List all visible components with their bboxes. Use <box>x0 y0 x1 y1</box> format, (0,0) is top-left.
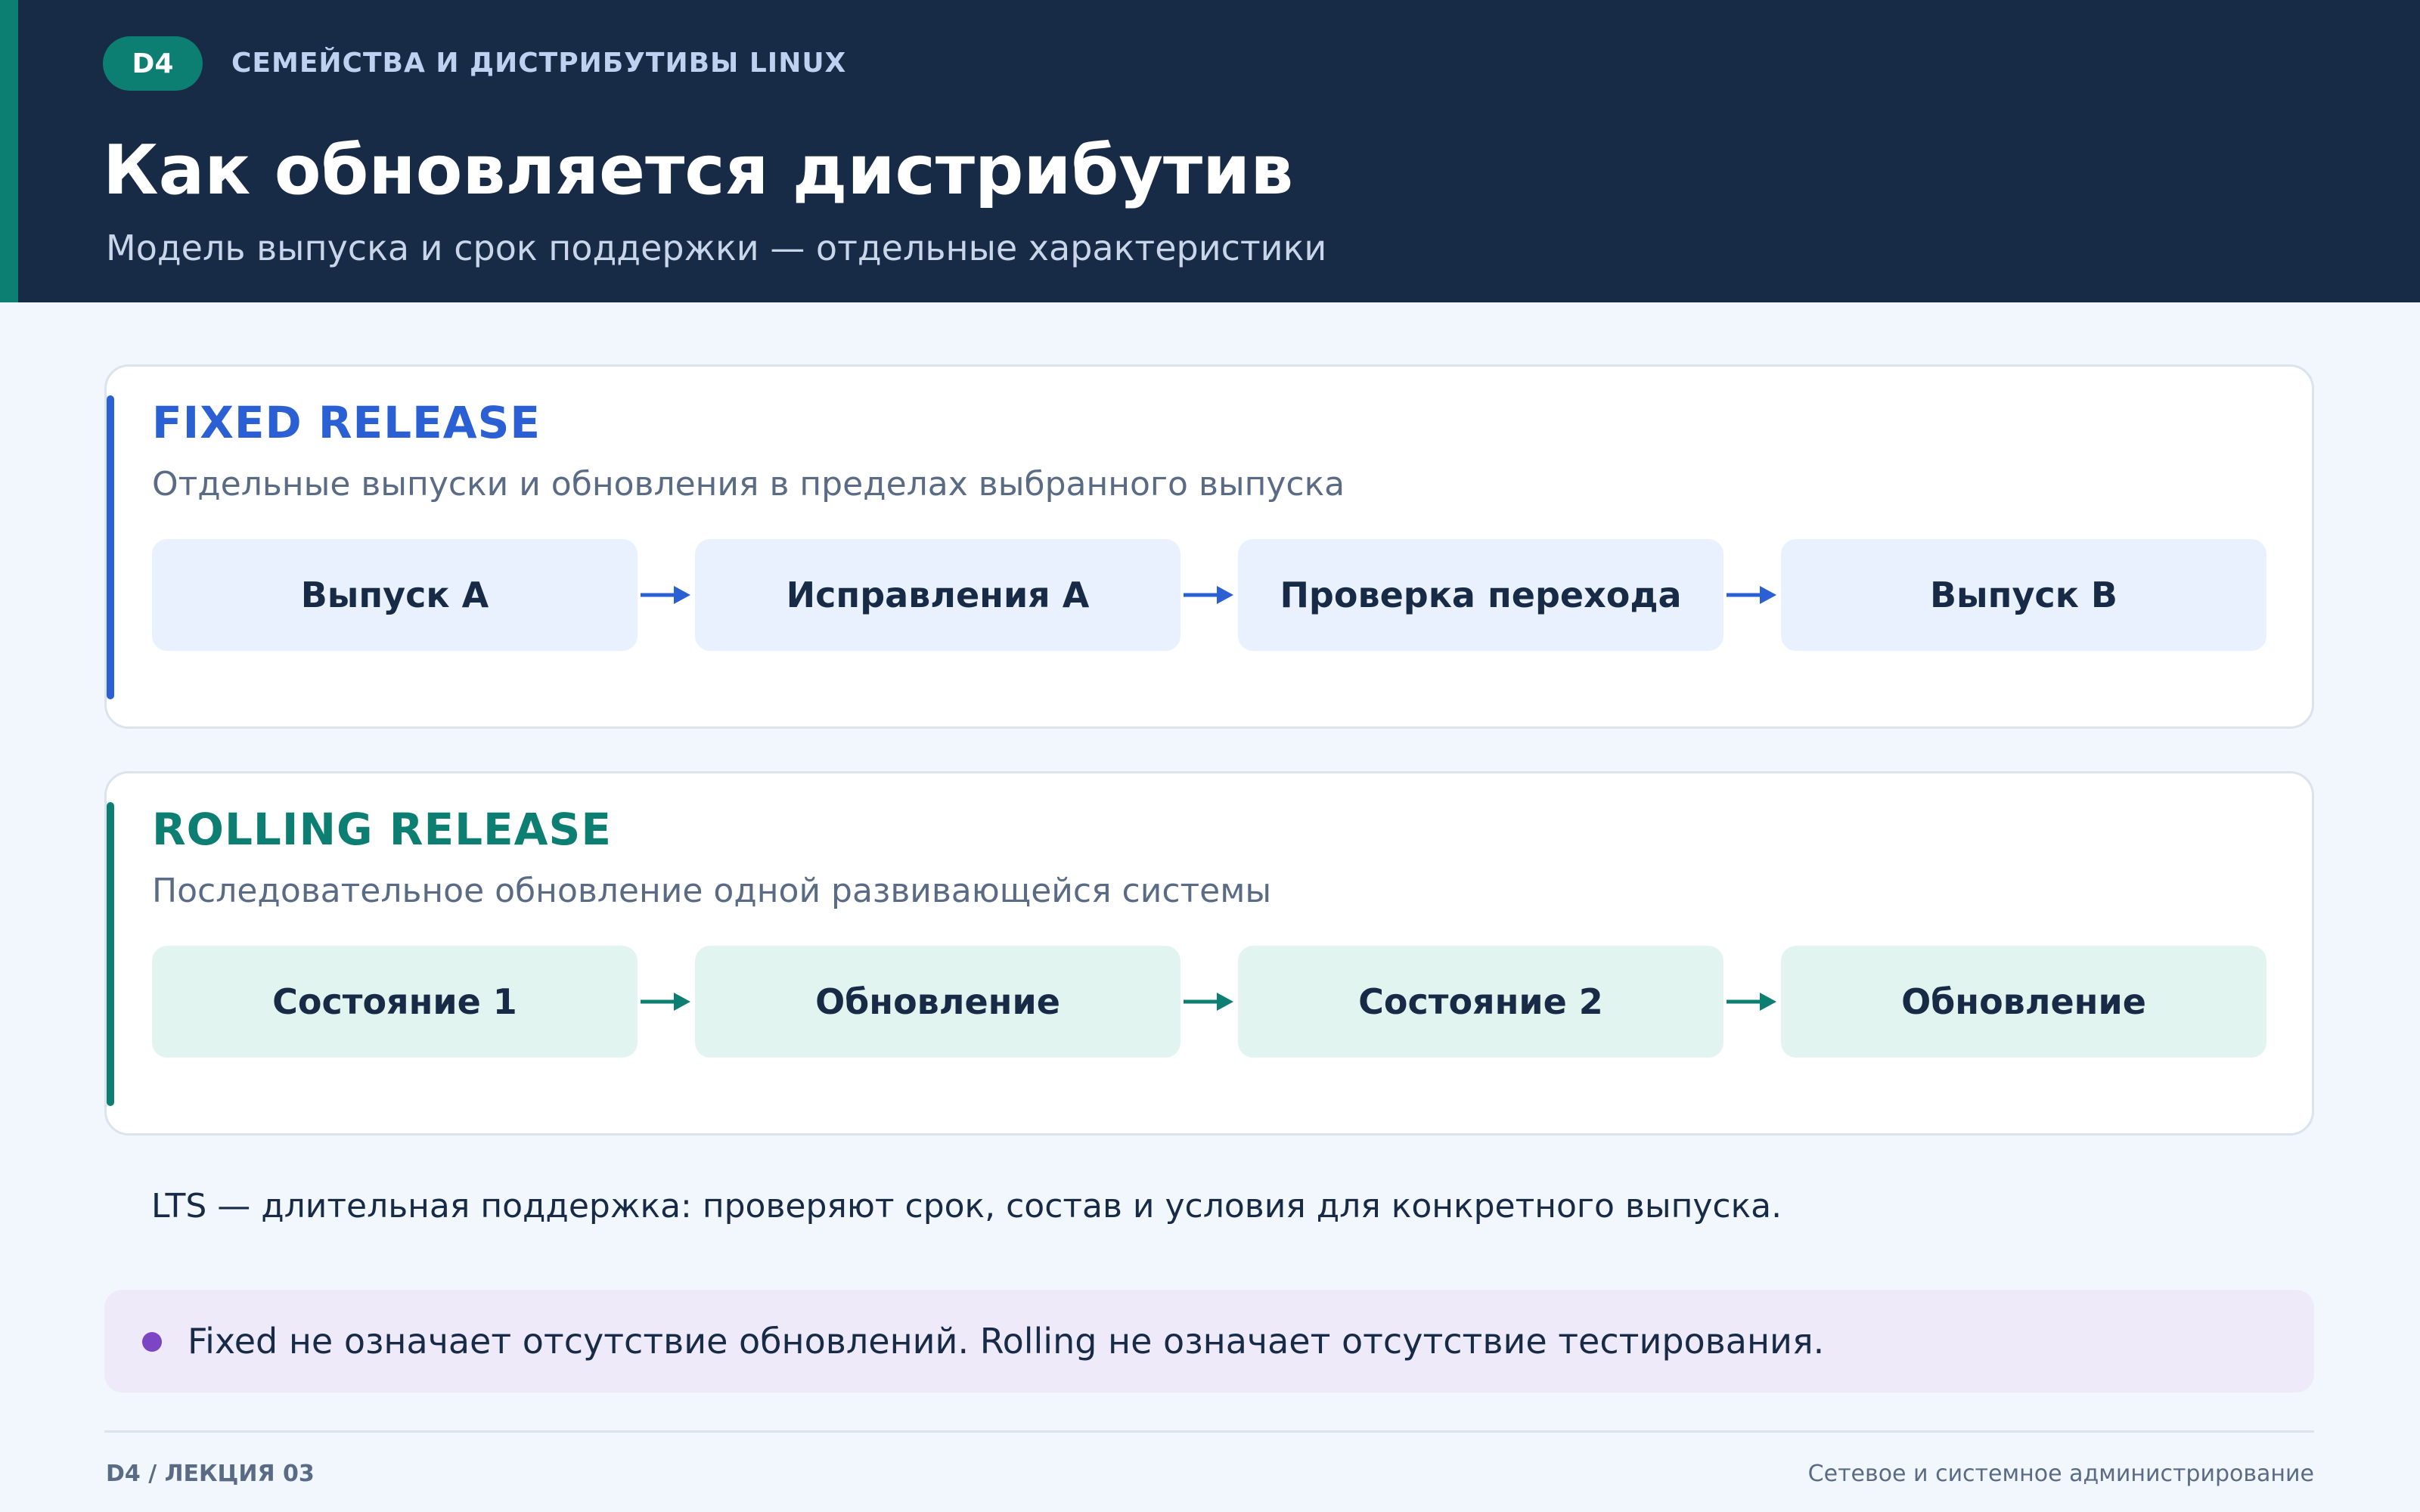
footer-course-name: Сетевое и системное администрирование <box>1807 1461 2314 1487</box>
page-title: Как обновляется дистрибутив <box>103 131 1294 210</box>
page-subtitle: Модель выпуска и срок поддержки — отдель… <box>106 228 1327 268</box>
flow-step: Выпуск A <box>152 539 638 651</box>
rolling-release-description: Последовательное обновление одной развив… <box>152 872 1272 910</box>
lts-note: LTS — длительная поддержка: проверяют ср… <box>151 1187 1782 1225</box>
section-badge: D4 <box>103 36 203 91</box>
fixed-release-flow: Выпуск A Исправления A Проверка перехода… <box>152 539 2276 651</box>
header: D4 СЕМЕЙСТВА И ДИСТРИБУТИВЫ LINUX Как об… <box>0 0 2420 302</box>
arrow-right-icon <box>1184 993 1233 1011</box>
section-kicker: СЕМЕЙСТВА И ДИСТРИБУТИВЫ LINUX <box>231 48 847 79</box>
rolling-release-card: ROLLING RELEASE Последовательное обновле… <box>104 771 2314 1136</box>
slide: D4 СЕМЕЙСТВА И ДИСТРИБУТИВЫ LINUX Как об… <box>0 0 2420 1512</box>
callout-text: Fixed не означает отсутствие обновлений.… <box>188 1321 1825 1362</box>
flow-step: Обновление <box>695 946 1181 1058</box>
bullet-dot-icon <box>142 1332 162 1352</box>
flow-step: Выпуск B <box>1781 539 2266 651</box>
arrow-right-icon <box>641 586 690 604</box>
arrow-right-icon <box>1727 993 1776 1011</box>
footer-lecture-label: D4 / ЛЕКЦИЯ 03 <box>106 1461 315 1487</box>
footer-divider <box>104 1430 2314 1433</box>
flow-step: Состояние 2 <box>1238 946 1723 1058</box>
fixed-release-card: FIXED RELEASE Отдельные выпуски и обновл… <box>104 364 2314 729</box>
arrow-right-icon <box>641 993 690 1011</box>
rolling-release-title: ROLLING RELEASE <box>152 804 612 855</box>
fixed-release-description: Отдельные выпуски и обновления в предела… <box>152 465 1345 503</box>
flow-step: Состояние 1 <box>152 946 638 1058</box>
arrow-right-icon <box>1727 586 1776 604</box>
fixed-release-accent-bar <box>107 395 114 699</box>
flow-step: Исправления A <box>695 539 1181 651</box>
callout: Fixed не означает отсутствие обновлений.… <box>104 1290 2314 1393</box>
rolling-release-flow: Состояние 1 Обновление Состояние 2 Обнов… <box>152 946 2276 1058</box>
flow-step: Обновление <box>1781 946 2266 1058</box>
fixed-release-title: FIXED RELEASE <box>152 397 541 448</box>
flow-step: Проверка перехода <box>1238 539 1723 651</box>
arrow-right-icon <box>1184 586 1233 604</box>
rolling-release-accent-bar <box>107 802 114 1106</box>
header-accent-bar <box>0 0 18 302</box>
